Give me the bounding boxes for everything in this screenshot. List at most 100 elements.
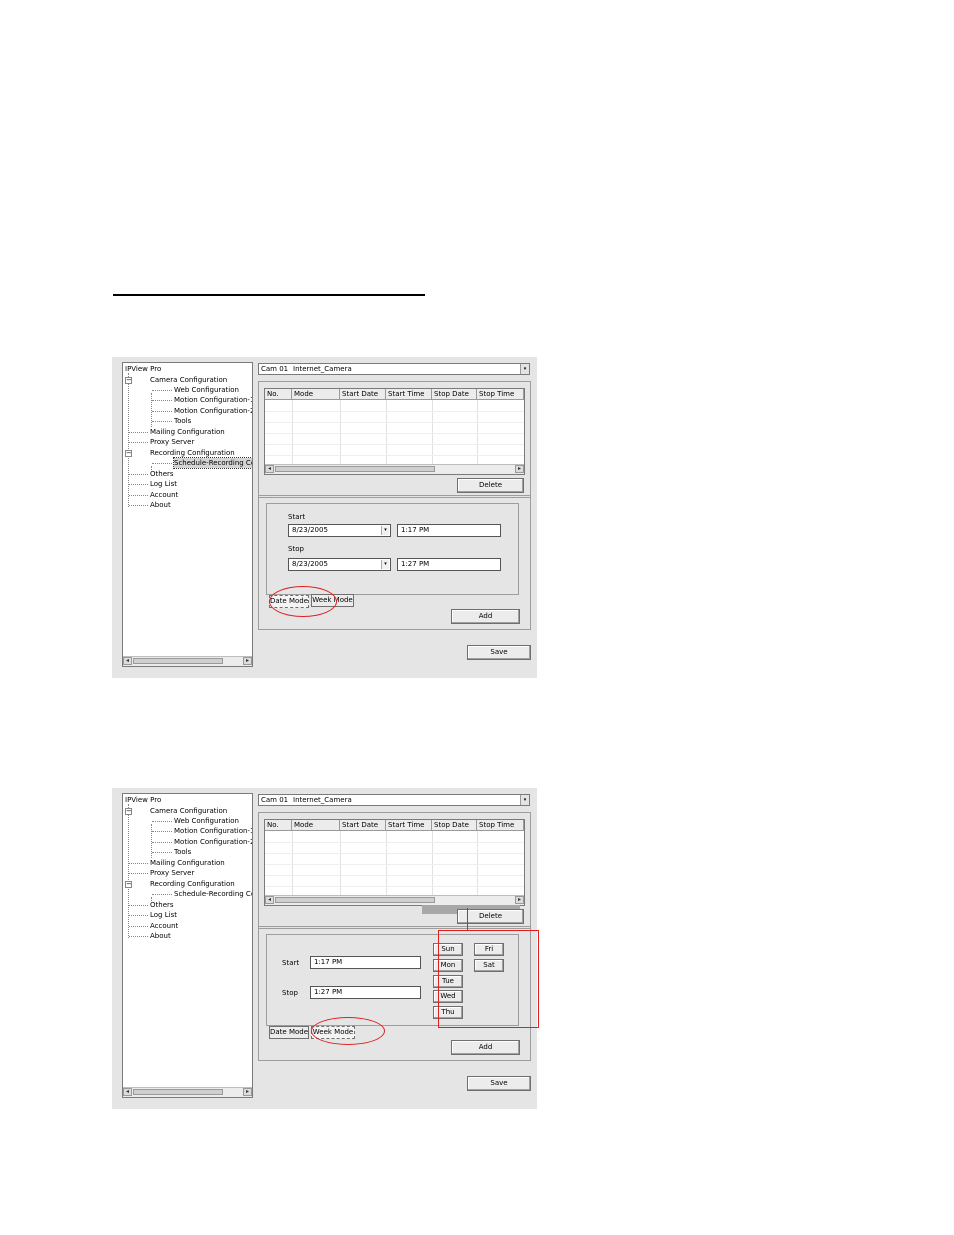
scroll-left-icon[interactable]: ◂	[123, 1088, 132, 1096]
tree-item-account[interactable]: Account	[150, 921, 178, 931]
camera-id: Cam 01	[261, 796, 289, 804]
column-header-stop-date[interactable]: Stop Date	[432, 820, 477, 831]
scroll-right-icon[interactable]: ▸	[515, 896, 524, 904]
save-button[interactable]: Save	[467, 1076, 531, 1091]
collapse-icon[interactable]: −	[125, 377, 132, 384]
tree-item-log-list[interactable]: Log List	[150, 479, 177, 489]
camera-select[interactable]: Cam 01 Internet_Camera ▾	[258, 794, 530, 806]
add-button[interactable]: Add	[451, 609, 520, 624]
start-label: Start	[288, 513, 306, 521]
save-button[interactable]: Save	[467, 645, 531, 660]
column-header-stop-date[interactable]: Stop Date	[432, 389, 477, 400]
tree-item-motion-config-1[interactable]: Motion Configuration-1	[174, 395, 252, 405]
stop-date-picker[interactable]: 8/23/2005 ▾	[288, 558, 391, 571]
highlight-circle	[311, 1017, 385, 1045]
tree-item-account[interactable]: Account	[150, 490, 178, 500]
scrollbar-thumb[interactable]	[275, 897, 435, 903]
camera-id: Cam 01	[261, 365, 289, 373]
column-header-start-date[interactable]: Start Date	[340, 389, 386, 400]
column-header-stop-time[interactable]: Stop Time	[477, 820, 524, 831]
date-mode-screenshot: IPView Pro − Camera Configuration Web Co…	[112, 357, 537, 678]
start-date-picker[interactable]: 8/23/2005 ▾	[288, 524, 391, 537]
stop-time-input[interactable]: 1:27 PM	[397, 558, 501, 571]
table-horizontal-scrollbar[interactable]: ◂ ▸	[265, 895, 524, 905]
tree-item-log-list[interactable]: Log List	[150, 910, 177, 920]
stop-date-value: 8/23/2005	[292, 560, 328, 568]
schedule-table: No. Mode Start Date Start Time Stop Date…	[264, 819, 525, 906]
tree-item-motion-config-2[interactable]: Motion Configuration-2	[174, 837, 252, 847]
add-button[interactable]: Add	[451, 1040, 520, 1055]
column-header-no[interactable]: No.	[265, 389, 292, 400]
dropdown-arrow-icon[interactable]: ▾	[381, 560, 389, 569]
stop-label: Stop	[288, 545, 304, 553]
highlight-box-days	[438, 930, 539, 1028]
date-mode-panel: Start 8/23/2005 ▾ 1:17 PM Stop 8/23/2005…	[266, 503, 519, 595]
tree-item-schedule-recording[interactable]: Schedule-Recording Con	[174, 889, 252, 899]
tree-item-recording-config[interactable]: Recording Configuration	[150, 448, 235, 458]
tree-item-others[interactable]: Others	[150, 900, 174, 910]
dropdown-arrow-icon[interactable]: ▾	[520, 795, 529, 805]
config-tree: IPView Pro − Camera Configuration Web Co…	[122, 793, 253, 1098]
tree-root[interactable]: IPView Pro	[125, 795, 161, 805]
tree-item-others[interactable]: Others	[150, 469, 174, 479]
scrollbar-thumb[interactable]	[133, 658, 223, 664]
tree-item-about[interactable]: About	[150, 500, 171, 510]
tree-item-motion-config-2[interactable]: Motion Configuration-2	[174, 406, 252, 416]
tree-item-recording-config[interactable]: Recording Configuration	[150, 879, 235, 889]
dropdown-arrow-icon[interactable]: ▾	[520, 364, 529, 374]
annotation-connector-line	[467, 908, 468, 930]
stop-time-input[interactable]: 1:27 PM	[310, 986, 421, 999]
column-header-start-time[interactable]: Start Time	[386, 389, 432, 400]
tree-item-web-config[interactable]: Web Configuration	[174, 816, 239, 826]
collapse-icon[interactable]: −	[125, 808, 132, 815]
tree-horizontal-scrollbar[interactable]: ◂ ▸	[123, 1087, 252, 1097]
tree-item-mailing-config[interactable]: Mailing Configuration	[150, 858, 225, 868]
tree-item-tools[interactable]: Tools	[174, 416, 191, 426]
start-time-input[interactable]: 1:17 PM	[397, 524, 501, 537]
tree-item-about[interactable]: About	[150, 931, 171, 941]
column-header-start-date[interactable]: Start Date	[340, 820, 386, 831]
scroll-right-icon[interactable]: ▸	[243, 1088, 252, 1096]
section-heading-underline	[113, 294, 425, 296]
start-date-value: 8/23/2005	[292, 526, 328, 534]
tree-item-camera-config[interactable]: Camera Configuration	[150, 375, 227, 385]
config-tree: IPView Pro − Camera Configuration Web Co…	[122, 362, 253, 667]
scroll-right-icon[interactable]: ▸	[243, 657, 252, 665]
tree-item-proxy-server[interactable]: Proxy Server	[150, 868, 194, 878]
scroll-left-icon[interactable]: ◂	[265, 896, 274, 904]
tree-item-web-config[interactable]: Web Configuration	[174, 385, 239, 395]
collapse-icon[interactable]: −	[125, 881, 132, 888]
column-header-stop-time[interactable]: Stop Time	[477, 389, 524, 400]
column-header-no[interactable]: No.	[265, 820, 292, 831]
tree-item-tools[interactable]: Tools	[174, 847, 191, 857]
scroll-right-icon[interactable]: ▸	[515, 465, 524, 473]
schedule-table: No. Mode Start Date Start Time Stop Date…	[264, 388, 525, 475]
tree-item-proxy-server[interactable]: Proxy Server	[150, 437, 194, 447]
scroll-left-icon[interactable]: ◂	[265, 465, 274, 473]
column-header-start-time[interactable]: Start Time	[386, 820, 432, 831]
column-header-mode[interactable]: Mode	[292, 820, 340, 831]
collapse-icon[interactable]: −	[125, 450, 132, 457]
dropdown-arrow-icon[interactable]: ▾	[381, 526, 389, 535]
column-header-mode[interactable]: Mode	[292, 389, 340, 400]
tab-date-mode[interactable]: Date Mode	[269, 1026, 309, 1039]
camera-name: Internet_Camera	[293, 796, 352, 804]
camera-select[interactable]: Cam 01 Internet_Camera ▾	[258, 363, 530, 375]
camera-name: Internet_Camera	[293, 365, 352, 373]
scroll-left-icon[interactable]: ◂	[123, 657, 132, 665]
week-mode-screenshot: IPView Pro − Camera Configuration Web Co…	[112, 788, 539, 1109]
scrollbar-thumb[interactable]	[275, 466, 435, 472]
tree-item-schedule-recording[interactable]: Schedule-Recording Con	[173, 457, 252, 469]
start-label: Start	[282, 959, 300, 967]
tree-item-mailing-config[interactable]: Mailing Configuration	[150, 427, 225, 437]
tree-item-motion-config-1[interactable]: Motion Configuration-1	[174, 826, 252, 836]
tree-item-camera-config[interactable]: Camera Configuration	[150, 806, 227, 816]
tree-horizontal-scrollbar[interactable]: ◂ ▸	[123, 656, 252, 666]
delete-button[interactable]: Delete	[457, 478, 524, 493]
highlight-circle	[269, 586, 337, 617]
scrollbar-thumb[interactable]	[133, 1089, 223, 1095]
tree-root[interactable]: IPView Pro	[125, 364, 161, 374]
stop-label: Stop	[282, 989, 298, 997]
start-time-input[interactable]: 1:17 PM	[310, 956, 421, 969]
table-horizontal-scrollbar[interactable]: ◂ ▸	[265, 464, 524, 474]
